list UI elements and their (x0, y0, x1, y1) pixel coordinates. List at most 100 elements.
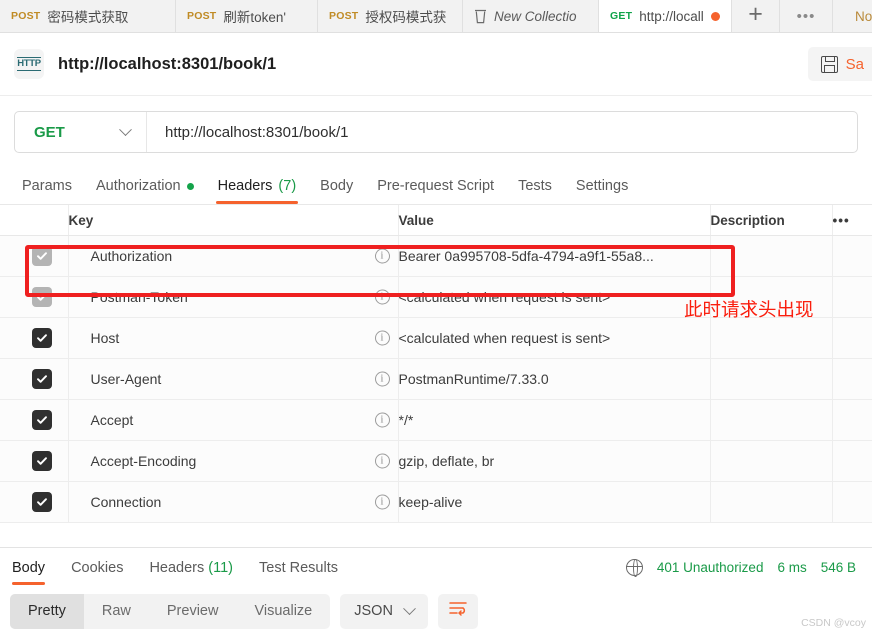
info-icon[interactable]: i (374, 412, 390, 428)
checkbox-icon[interactable] (32, 369, 52, 389)
response-size: 546 B (820, 560, 856, 575)
request-tab-bar: POST 密码模式获取 POST 刷新token' POST 授权码模式获 Ne… (0, 0, 872, 33)
save-button-label: Sa (845, 55, 864, 73)
header-key-cell[interactable]: Postman-Token i (68, 276, 399, 318)
view-mode-pretty[interactable]: Pretty (10, 593, 84, 629)
header-description-cell[interactable] (710, 358, 833, 400)
row-checkbox-cell (0, 358, 69, 400)
table-row[interactable]: Connection i keep-alive (0, 481, 872, 523)
tab-more-options-icon[interactable]: ••• (780, 0, 832, 32)
url-input[interactable]: http://localhost:8301/book/1 (147, 112, 857, 152)
response-tab-cookies[interactable]: Cookies (58, 560, 136, 585)
checkbox-icon[interactable] (32, 410, 52, 430)
request-tab-3[interactable]: New Collectio (463, 0, 599, 32)
table-row[interactable]: User-Agent i PostmanRuntime/7.33.0 (0, 358, 872, 400)
page-title: http://localhost:8301/book/1 (58, 54, 277, 73)
table-more-options-icon[interactable]: ••• (832, 205, 872, 236)
header-value-cell[interactable]: Bearer 0a995708-5dfa-4794-a9f1-55a8... (398, 235, 711, 277)
environment-selector[interactable]: No Envi (832, 0, 872, 32)
view-mode-raw[interactable]: Raw (84, 594, 149, 629)
header-description-cell[interactable] (710, 481, 833, 523)
tab-authorization[interactable]: Authorization (84, 178, 206, 204)
tab-params[interactable]: Params (10, 178, 84, 204)
header-key-cell[interactable]: Authorization i (68, 235, 399, 277)
header-value-cell[interactable]: gzip, deflate, br (398, 440, 711, 482)
header-description-cell[interactable] (710, 440, 833, 482)
column-header-description: Description (710, 205, 833, 236)
view-mode-visualize[interactable]: Visualize (236, 594, 330, 629)
table-row[interactable]: Host i <calculated when request is sent> (0, 317, 872, 359)
new-tab-button[interactable]: + (732, 0, 780, 32)
header-key-cell[interactable]: Connection i (68, 481, 399, 523)
header-value-cell[interactable]: */* (398, 399, 711, 441)
chevron-down-icon (403, 601, 416, 615)
header-description-cell[interactable] (710, 399, 833, 441)
tab-body[interactable]: Body (308, 178, 365, 204)
response-meta: 401 Unauthorized 6 ms 546 B (625, 558, 860, 578)
request-tab-4[interactable]: GET http://locall (599, 0, 732, 32)
tab-title: New Collectio (494, 8, 577, 24)
checkbox-icon[interactable] (32, 287, 52, 307)
header-value-cell[interactable]: <calculated when request is sent> (398, 317, 711, 359)
request-title-row: HTTP http://localhost:8301/book/1 Sa (0, 33, 872, 96)
header-key-cell[interactable]: Accept i (68, 399, 399, 441)
row-actions-cell (832, 276, 872, 318)
response-time: 6 ms (777, 560, 807, 575)
column-header-checkbox (0, 205, 69, 236)
environment-label: No Envi (855, 8, 872, 24)
header-description-cell[interactable] (710, 317, 833, 359)
tab-label: Body (320, 178, 354, 194)
tab-label: Pre-request Script (377, 178, 495, 194)
view-mode-preview[interactable]: Preview (149, 594, 237, 629)
info-icon[interactable]: i (374, 248, 390, 264)
request-tab-0[interactable]: POST 密码模式获取 (0, 0, 176, 32)
table-row[interactable]: Authorization i Bearer 0a995708-5dfa-479… (0, 235, 872, 277)
checkbox-icon[interactable] (32, 451, 52, 471)
request-tab-1[interactable]: POST 刷新token' (176, 0, 318, 32)
row-actions-cell (832, 399, 872, 441)
table-row[interactable]: Accept i */* (0, 399, 872, 441)
view-mode-group: Pretty Raw Preview Visualize (10, 593, 331, 629)
tab-settings[interactable]: Settings (564, 178, 640, 204)
tab-tests[interactable]: Tests (506, 178, 564, 204)
header-key-cell[interactable]: Accept-Encoding i (68, 440, 399, 482)
column-header-value: Value (398, 205, 711, 236)
info-icon[interactable]: i (374, 330, 390, 346)
info-icon[interactable]: i (374, 371, 390, 387)
header-value-cell[interactable]: <calculated when request is sent> (398, 276, 711, 318)
http-method-select[interactable]: GET (15, 112, 147, 152)
header-description-cell[interactable] (710, 235, 833, 277)
header-value-cell[interactable]: PostmanRuntime/7.33.0 (398, 358, 711, 400)
tab-pre-request-script[interactable]: Pre-request Script (365, 178, 506, 204)
url-bar: GET http://localhost:8301/book/1 (14, 111, 858, 153)
response-format-select[interactable]: JSON (340, 593, 428, 629)
checkbox-icon[interactable] (32, 246, 52, 266)
checkbox-icon[interactable] (32, 328, 52, 348)
response-tab-body[interactable]: Body (12, 560, 58, 585)
save-button[interactable]: Sa (807, 47, 872, 81)
tab-title: 密码模式获取 (47, 10, 129, 25)
tab-headers[interactable]: Headers (7) (206, 178, 309, 204)
response-tab-headers[interactable]: Headers (11) (136, 560, 246, 585)
table-row[interactable]: Accept-Encoding i gzip, deflate, br (0, 440, 872, 482)
header-key-cell[interactable]: User-Agent i (68, 358, 399, 400)
row-checkbox-cell (0, 276, 69, 318)
info-icon[interactable]: i (374, 453, 390, 469)
annotation-text: 此时请求头出现 (684, 300, 814, 321)
globe-icon[interactable] (625, 558, 643, 578)
row-actions-cell (832, 440, 872, 482)
info-icon[interactable]: i (374, 494, 390, 510)
wrap-lines-button[interactable] (437, 593, 478, 629)
checkbox-icon[interactable] (32, 492, 52, 512)
tab-method-label: GET (610, 10, 633, 22)
row-checkbox-cell (0, 481, 69, 523)
row-checkbox-cell (0, 235, 69, 277)
tab-method-label: POST (11, 10, 41, 22)
url-row: GET http://localhost:8301/book/1 (0, 96, 872, 153)
tab-title: 刷新token' (223, 10, 286, 25)
request-tab-2[interactable]: POST 授权码模式获 (318, 0, 463, 32)
header-key-cell[interactable]: Host i (68, 317, 399, 359)
response-tab-test-results[interactable]: Test Results (246, 560, 351, 585)
info-icon[interactable]: i (374, 289, 390, 305)
header-value-cell[interactable]: keep-alive (398, 481, 711, 523)
